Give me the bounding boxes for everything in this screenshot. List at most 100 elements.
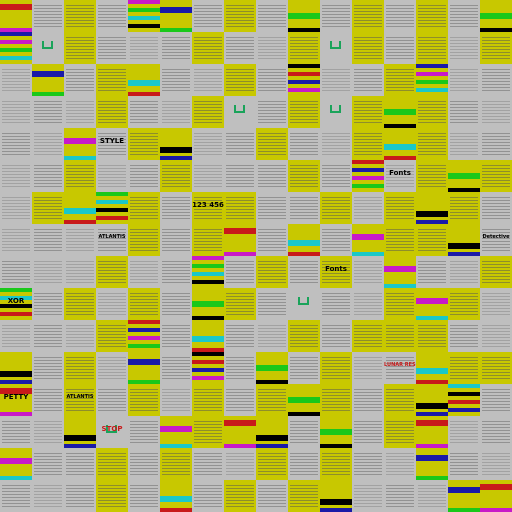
thumbnail-tile[interactable]	[480, 128, 512, 160]
thumbnail-tile[interactable]	[0, 480, 32, 512]
thumbnail-tile[interactable]	[32, 288, 64, 320]
thumbnail-tile[interactable]	[192, 128, 224, 160]
thumbnail-tile[interactable]	[160, 192, 192, 224]
thumbnail-tile[interactable]	[96, 480, 128, 512]
thumbnail-tile[interactable]	[192, 320, 224, 352]
thumbnail-tile[interactable]	[384, 64, 416, 96]
thumbnail-tile[interactable]	[256, 224, 288, 256]
thumbnail-tile[interactable]	[416, 448, 448, 480]
thumbnail-tile[interactable]	[128, 416, 160, 448]
thumbnail-tile[interactable]	[32, 448, 64, 480]
thumbnail-tile[interactable]	[448, 288, 480, 320]
thumbnail-tile[interactable]	[448, 160, 480, 192]
thumbnail-tile[interactable]	[352, 224, 384, 256]
thumbnail-tile[interactable]	[224, 384, 256, 416]
thumbnail-tile[interactable]	[288, 128, 320, 160]
thumbnail-tile[interactable]	[448, 448, 480, 480]
thumbnail-tile[interactable]	[416, 352, 448, 384]
thumbnail-tile[interactable]	[416, 384, 448, 416]
thumbnail-tile[interactable]	[192, 0, 224, 32]
thumbnail-tile[interactable]	[160, 256, 192, 288]
thumbnail-tile[interactable]	[224, 192, 256, 224]
thumbnail-tile[interactable]	[64, 352, 96, 384]
thumbnail-tile[interactable]	[128, 32, 160, 64]
thumbnail-tile[interactable]	[0, 416, 32, 448]
thumbnail-tile[interactable]	[352, 416, 384, 448]
thumbnail-tile[interactable]	[32, 128, 64, 160]
thumbnail-tile[interactable]	[416, 480, 448, 512]
thumbnail-tile[interactable]	[64, 128, 96, 160]
thumbnail-tile[interactable]	[448, 352, 480, 384]
thumbnail-tile[interactable]	[256, 320, 288, 352]
thumbnail-tile[interactable]: Fonts	[320, 256, 352, 288]
thumbnail-tile[interactable]	[64, 96, 96, 128]
thumbnail-tile[interactable]	[288, 96, 320, 128]
thumbnail-tile[interactable]	[64, 32, 96, 64]
thumbnail-tile[interactable]: 123 456	[192, 192, 224, 224]
thumbnail-tile[interactable]	[128, 320, 160, 352]
thumbnail-tile[interactable]	[480, 384, 512, 416]
thumbnail-tile[interactable]	[192, 256, 224, 288]
thumbnail-tile[interactable]	[448, 0, 480, 32]
thumbnail-tile[interactable]: ATLANTIS	[64, 384, 96, 416]
thumbnail-tile[interactable]	[224, 448, 256, 480]
thumbnail-tile[interactable]	[416, 0, 448, 32]
thumbnail-tile[interactable]	[416, 160, 448, 192]
thumbnail-tile[interactable]	[448, 192, 480, 224]
thumbnail-tile[interactable]	[96, 64, 128, 96]
thumbnail-tile[interactable]	[96, 448, 128, 480]
thumbnail-tile[interactable]	[0, 96, 32, 128]
thumbnail-tile[interactable]	[384, 0, 416, 32]
thumbnail-tile[interactable]: STYLE	[96, 128, 128, 160]
thumbnail-tile[interactable]	[160, 288, 192, 320]
thumbnail-tile[interactable]	[320, 416, 352, 448]
thumbnail-tile[interactable]	[160, 0, 192, 32]
thumbnail-tile[interactable]	[224, 32, 256, 64]
thumbnail-tile[interactable]	[448, 416, 480, 448]
thumbnail-tile[interactable]	[384, 320, 416, 352]
thumbnail-tile[interactable]	[416, 256, 448, 288]
thumbnail-tile[interactable]	[128, 256, 160, 288]
thumbnail-tile[interactable]: PETTY	[0, 384, 32, 416]
thumbnail-tile[interactable]	[480, 288, 512, 320]
thumbnail-tile[interactable]	[128, 160, 160, 192]
thumbnail-tile[interactable]	[480, 32, 512, 64]
thumbnail-tile[interactable]	[160, 96, 192, 128]
thumbnail-tile[interactable]	[384, 288, 416, 320]
thumbnail-tile[interactable]	[128, 96, 160, 128]
thumbnail-tile[interactable]	[352, 480, 384, 512]
thumbnail-tile[interactable]	[192, 480, 224, 512]
thumbnail-tile[interactable]	[192, 32, 224, 64]
thumbnail-tile[interactable]	[96, 96, 128, 128]
thumbnail-tile[interactable]	[384, 192, 416, 224]
thumbnail-tile[interactable]	[320, 320, 352, 352]
thumbnail-tile[interactable]	[448, 320, 480, 352]
thumbnail-tile[interactable]	[480, 160, 512, 192]
thumbnail-tile[interactable]	[384, 256, 416, 288]
thumbnail-tile[interactable]	[320, 352, 352, 384]
thumbnail-tile[interactable]	[192, 288, 224, 320]
thumbnail-tile[interactable]	[416, 32, 448, 64]
thumbnail-tile[interactable]	[256, 0, 288, 32]
thumbnail-tile[interactable]	[0, 320, 32, 352]
thumbnail-tile[interactable]	[128, 288, 160, 320]
thumbnail-tile[interactable]	[352, 128, 384, 160]
thumbnail-tile[interactable]	[224, 96, 256, 128]
thumbnail-tile[interactable]	[352, 32, 384, 64]
thumbnail-tile[interactable]	[320, 64, 352, 96]
thumbnail-tile[interactable]	[160, 64, 192, 96]
thumbnail-tile[interactable]	[128, 224, 160, 256]
thumbnail-tile[interactable]	[288, 384, 320, 416]
thumbnail-tile[interactable]	[96, 352, 128, 384]
thumbnail-tile[interactable]	[0, 352, 32, 384]
thumbnail-tile[interactable]	[416, 320, 448, 352]
thumbnail-tile[interactable]	[416, 288, 448, 320]
thumbnail-tile[interactable]	[320, 0, 352, 32]
thumbnail-tile[interactable]	[64, 320, 96, 352]
thumbnail-tile[interactable]	[448, 96, 480, 128]
thumbnail-tile[interactable]	[320, 160, 352, 192]
thumbnail-tile[interactable]	[224, 320, 256, 352]
thumbnail-tile[interactable]	[288, 192, 320, 224]
thumbnail-tile[interactable]	[256, 480, 288, 512]
thumbnail-tile[interactable]	[320, 288, 352, 320]
